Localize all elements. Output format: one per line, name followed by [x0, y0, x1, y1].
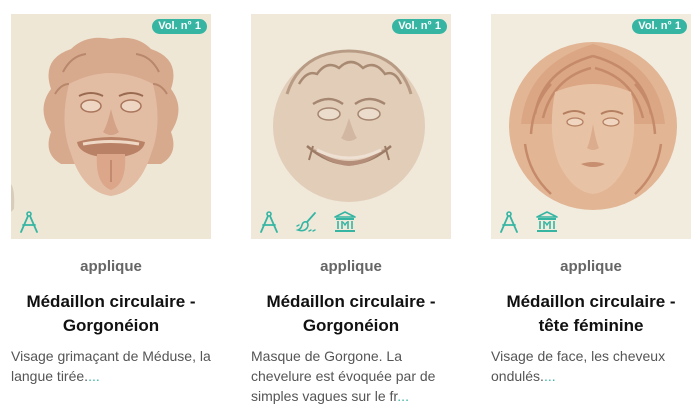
artifact-card[interactable]: Vol. n° 1 applique Médaillon circulaire …	[11, 14, 211, 413]
gorgoneion-relief-illustration	[11, 14, 211, 239]
compass-icon[interactable]	[17, 210, 41, 234]
read-more-link[interactable]: ...	[397, 388, 409, 404]
compass-icon[interactable]	[257, 210, 281, 234]
description-text: Visage de face, les cheveux ondulés.	[491, 348, 666, 384]
volume-badge: Vol. n° 1	[392, 19, 447, 34]
volume-badge: Vol. n° 1	[632, 19, 687, 34]
volume-badge: Vol. n° 1	[152, 19, 207, 34]
compass-icon[interactable]	[497, 210, 521, 234]
artifact-title[interactable]: Médaillon circulaire - tête féminine	[491, 290, 691, 338]
artifact-image[interactable]: Vol. n° 1	[251, 14, 451, 239]
artifact-title[interactable]: Médaillon circulaire - Gorgonéion	[11, 290, 211, 338]
artifact-description: Visage de face, les cheveux ondulés....	[491, 346, 691, 386]
artifact-card[interactable]: Vol. n° 1 applique Médaillon circulaire …	[491, 14, 691, 413]
museum-icon[interactable]	[535, 210, 559, 234]
artifact-type: applique	[560, 258, 622, 275]
artifact-title[interactable]: Médaillon circulaire - Gorgonéion	[251, 290, 451, 338]
female-head-relief-illustration	[491, 14, 691, 239]
artifact-description: Visage grimaçant de Méduse, la langue ti…	[11, 346, 211, 386]
description-text: Visage grimaçant de Méduse, la langue ti…	[11, 348, 211, 384]
artifact-card[interactable]: Vol. n° 1 applique Médaillon circulaire …	[251, 14, 451, 413]
artifact-description: Masque de Gorgone. La chevelure est évoq…	[251, 346, 451, 406]
restoration-brush-icon[interactable]	[295, 210, 319, 234]
artifact-type: applique	[320, 258, 382, 275]
artifact-image[interactable]: Vol. n° 1	[491, 14, 691, 239]
artifact-image[interactable]: Vol. n° 1	[11, 14, 211, 239]
museum-icon[interactable]	[333, 210, 357, 234]
read-more-link[interactable]: ...	[88, 368, 100, 384]
read-more-link[interactable]: ...	[544, 368, 556, 384]
artifact-type: applique	[80, 258, 142, 275]
gorgoneion-relief-illustration	[251, 14, 451, 239]
